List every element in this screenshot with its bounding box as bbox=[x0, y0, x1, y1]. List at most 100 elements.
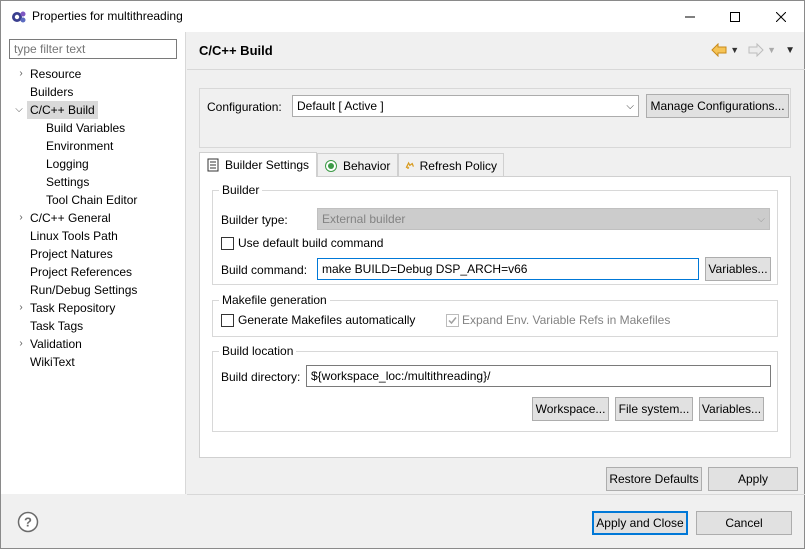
tree-item-resource[interactable]: › Resource bbox=[1, 65, 185, 83]
builder-variables-button[interactable]: Variables... bbox=[705, 257, 771, 281]
use-default-build-command-checkbox[interactable] bbox=[221, 237, 234, 250]
behavior-icon bbox=[325, 159, 337, 172]
tree-item-label: Project References bbox=[30, 265, 133, 279]
tab-behavior[interactable]: Behavior bbox=[317, 153, 398, 177]
chevron-down-icon[interactable]: ⌵ bbox=[13, 101, 25, 119]
chevron-right-icon[interactable]: › bbox=[15, 335, 27, 353]
properties-dialog: Properties for multithreading › Resource… bbox=[0, 0, 805, 549]
tree-item-label: Tool Chain Editor bbox=[46, 193, 138, 207]
tree-item-logging[interactable]: Logging bbox=[1, 155, 185, 173]
tree-item-linux-tools-path[interactable]: Linux Tools Path bbox=[1, 227, 185, 245]
tree-item-label: Settings bbox=[46, 175, 90, 189]
apply-button[interactable]: Apply bbox=[708, 467, 798, 491]
tree-item-label: Resource bbox=[30, 67, 82, 81]
generate-makefiles-label: Generate Makefiles automatically bbox=[238, 313, 416, 327]
builder-settings-panel: Builder Builder type: External builder ⌵… bbox=[199, 176, 791, 458]
tree-item-label: WikiText bbox=[30, 355, 75, 369]
build-location-title: Build location bbox=[219, 344, 297, 358]
chevron-right-icon[interactable]: › bbox=[15, 299, 27, 317]
tree-item-project-natures[interactable]: Project Natures bbox=[1, 245, 185, 263]
main-panel: C/C++ Build ▼ ▼ ▼ Configuration: Default… bbox=[187, 32, 805, 494]
build-directory-input[interactable]: ${workspace_loc:/multithreading}/ bbox=[306, 365, 771, 387]
minimize-icon bbox=[684, 16, 695, 17]
chevron-right-icon[interactable]: › bbox=[15, 209, 27, 227]
builder-settings-icon bbox=[207, 158, 219, 172]
workspace-button[interactable]: Workspace... bbox=[532, 397, 609, 421]
page-title: C/C++ Build bbox=[199, 43, 273, 58]
tree-item-cpp-general[interactable]: › C/C++ General bbox=[1, 209, 185, 227]
chevron-down-icon: ⌵ bbox=[626, 101, 634, 112]
generate-makefiles-checkbox[interactable] bbox=[221, 314, 234, 327]
tree-item-label: Task Tags bbox=[30, 319, 84, 333]
makefile-generation-title: Makefile generation bbox=[219, 293, 330, 307]
refresh-policy-icon bbox=[405, 161, 414, 169]
eclipse-app-icon bbox=[12, 11, 26, 23]
tree-item-wikitext[interactable]: WikiText bbox=[1, 353, 185, 371]
restore-defaults-button[interactable]: Restore Defaults bbox=[606, 467, 702, 491]
build-command-input[interactable]: make BUILD=Debug DSP_ARCH=v66 bbox=[317, 258, 699, 280]
tree-item-run-debug-settings[interactable]: Run/Debug Settings bbox=[1, 281, 185, 299]
sidebar: › Resource Builders ⌵ C/C++ Build Build … bbox=[1, 32, 186, 494]
tree-item-cpp-build[interactable]: ⌵ C/C++ Build bbox=[1, 101, 185, 119]
forward-dropdown-icon[interactable]: ▼ bbox=[767, 45, 776, 55]
tree-item-project-references[interactable]: Project References bbox=[1, 263, 185, 281]
tree-item-label: Builders bbox=[30, 85, 74, 99]
dialog-footer: ? Apply and Close Cancel bbox=[1, 495, 804, 549]
minimize-button[interactable] bbox=[667, 1, 712, 32]
history-nav: ▼ ▼ ▼ bbox=[711, 43, 795, 57]
tab-label: Refresh Policy bbox=[419, 158, 497, 173]
manage-configurations-button[interactable]: Manage Configurations... bbox=[646, 94, 789, 118]
configuration-group: Configuration: Default [ Active ] ⌵ Mana… bbox=[199, 88, 791, 148]
configuration-select[interactable]: Default [ Active ] ⌵ bbox=[292, 95, 639, 117]
file-system-button[interactable]: File system... bbox=[615, 397, 693, 421]
tree-item-validation[interactable]: › Validation bbox=[1, 335, 185, 353]
maximize-icon bbox=[729, 11, 740, 22]
back-arrow-icon[interactable] bbox=[711, 43, 727, 57]
svg-text:?: ? bbox=[24, 515, 32, 530]
back-dropdown-icon[interactable]: ▼ bbox=[730, 45, 739, 55]
location-variables-button[interactable]: Variables... bbox=[699, 397, 764, 421]
tree-item-label: Task Repository bbox=[30, 301, 116, 315]
forward-arrow-icon[interactable] bbox=[748, 43, 764, 57]
tree-item-settings[interactable]: Settings bbox=[1, 173, 185, 191]
tab-label: Builder Settings bbox=[225, 158, 310, 172]
close-window-button[interactable] bbox=[758, 1, 803, 32]
tree-item-task-tags[interactable]: Task Tags bbox=[1, 317, 185, 335]
configuration-value: Default [ Active ] bbox=[297, 99, 384, 113]
tab-builder-settings[interactable]: Builder Settings bbox=[199, 152, 317, 177]
tab-label: Behavior bbox=[343, 158, 391, 173]
tree-item-label: Validation bbox=[30, 337, 82, 351]
tree-item-builders[interactable]: Builders bbox=[1, 83, 185, 101]
apply-and-close-button[interactable]: Apply and Close bbox=[592, 511, 688, 535]
builder-type-value: External builder bbox=[322, 212, 406, 226]
build-location-group: Build location Build directory: ${worksp… bbox=[212, 344, 778, 432]
expand-env-vars-checkbox bbox=[446, 314, 459, 327]
chevron-right-icon[interactable]: › bbox=[15, 65, 27, 83]
tree-item-label: Project Natures bbox=[30, 247, 113, 261]
expand-env-vars-label: Expand Env. Variable Refs in Makefiles bbox=[462, 313, 671, 327]
tree-item-environment[interactable]: Environment bbox=[1, 137, 185, 155]
tab-refresh-policy[interactable]: Refresh Policy bbox=[398, 153, 504, 177]
help-icon[interactable]: ? bbox=[17, 511, 39, 533]
view-menu-icon[interactable]: ▼ bbox=[785, 45, 795, 56]
tree-item-label: C/C++ Build bbox=[27, 101, 98, 119]
property-page-tree: › Resource Builders ⌵ C/C++ Build Build … bbox=[1, 65, 185, 371]
tree-item-build-variables[interactable]: Build Variables bbox=[1, 119, 185, 137]
cancel-button[interactable]: Cancel bbox=[696, 511, 792, 535]
build-directory-value: ${workspace_loc:/multithreading}/ bbox=[311, 369, 491, 383]
tree-item-label: Build Variables bbox=[46, 121, 126, 135]
builder-group: Builder Builder type: External builder ⌵… bbox=[212, 183, 778, 285]
tree-item-label: Environment bbox=[46, 139, 114, 153]
chevron-down-icon: ⌵ bbox=[757, 214, 765, 225]
window-title: Properties for multithreading bbox=[32, 9, 183, 23]
tree-item-label: Linux Tools Path bbox=[30, 229, 118, 243]
use-default-build-command-label: Use default build command bbox=[238, 236, 384, 250]
builder-type-label: Builder type: bbox=[221, 213, 288, 227]
checkmark-icon bbox=[448, 317, 457, 325]
tree-item-tool-chain-editor[interactable]: Tool Chain Editor bbox=[1, 191, 185, 209]
configuration-label: Configuration: bbox=[207, 100, 282, 114]
filter-input[interactable] bbox=[9, 39, 177, 59]
build-directory-label: Build directory: bbox=[221, 370, 301, 384]
maximize-button[interactable] bbox=[712, 1, 757, 32]
tree-item-task-repository[interactable]: › Task Repository bbox=[1, 299, 185, 317]
